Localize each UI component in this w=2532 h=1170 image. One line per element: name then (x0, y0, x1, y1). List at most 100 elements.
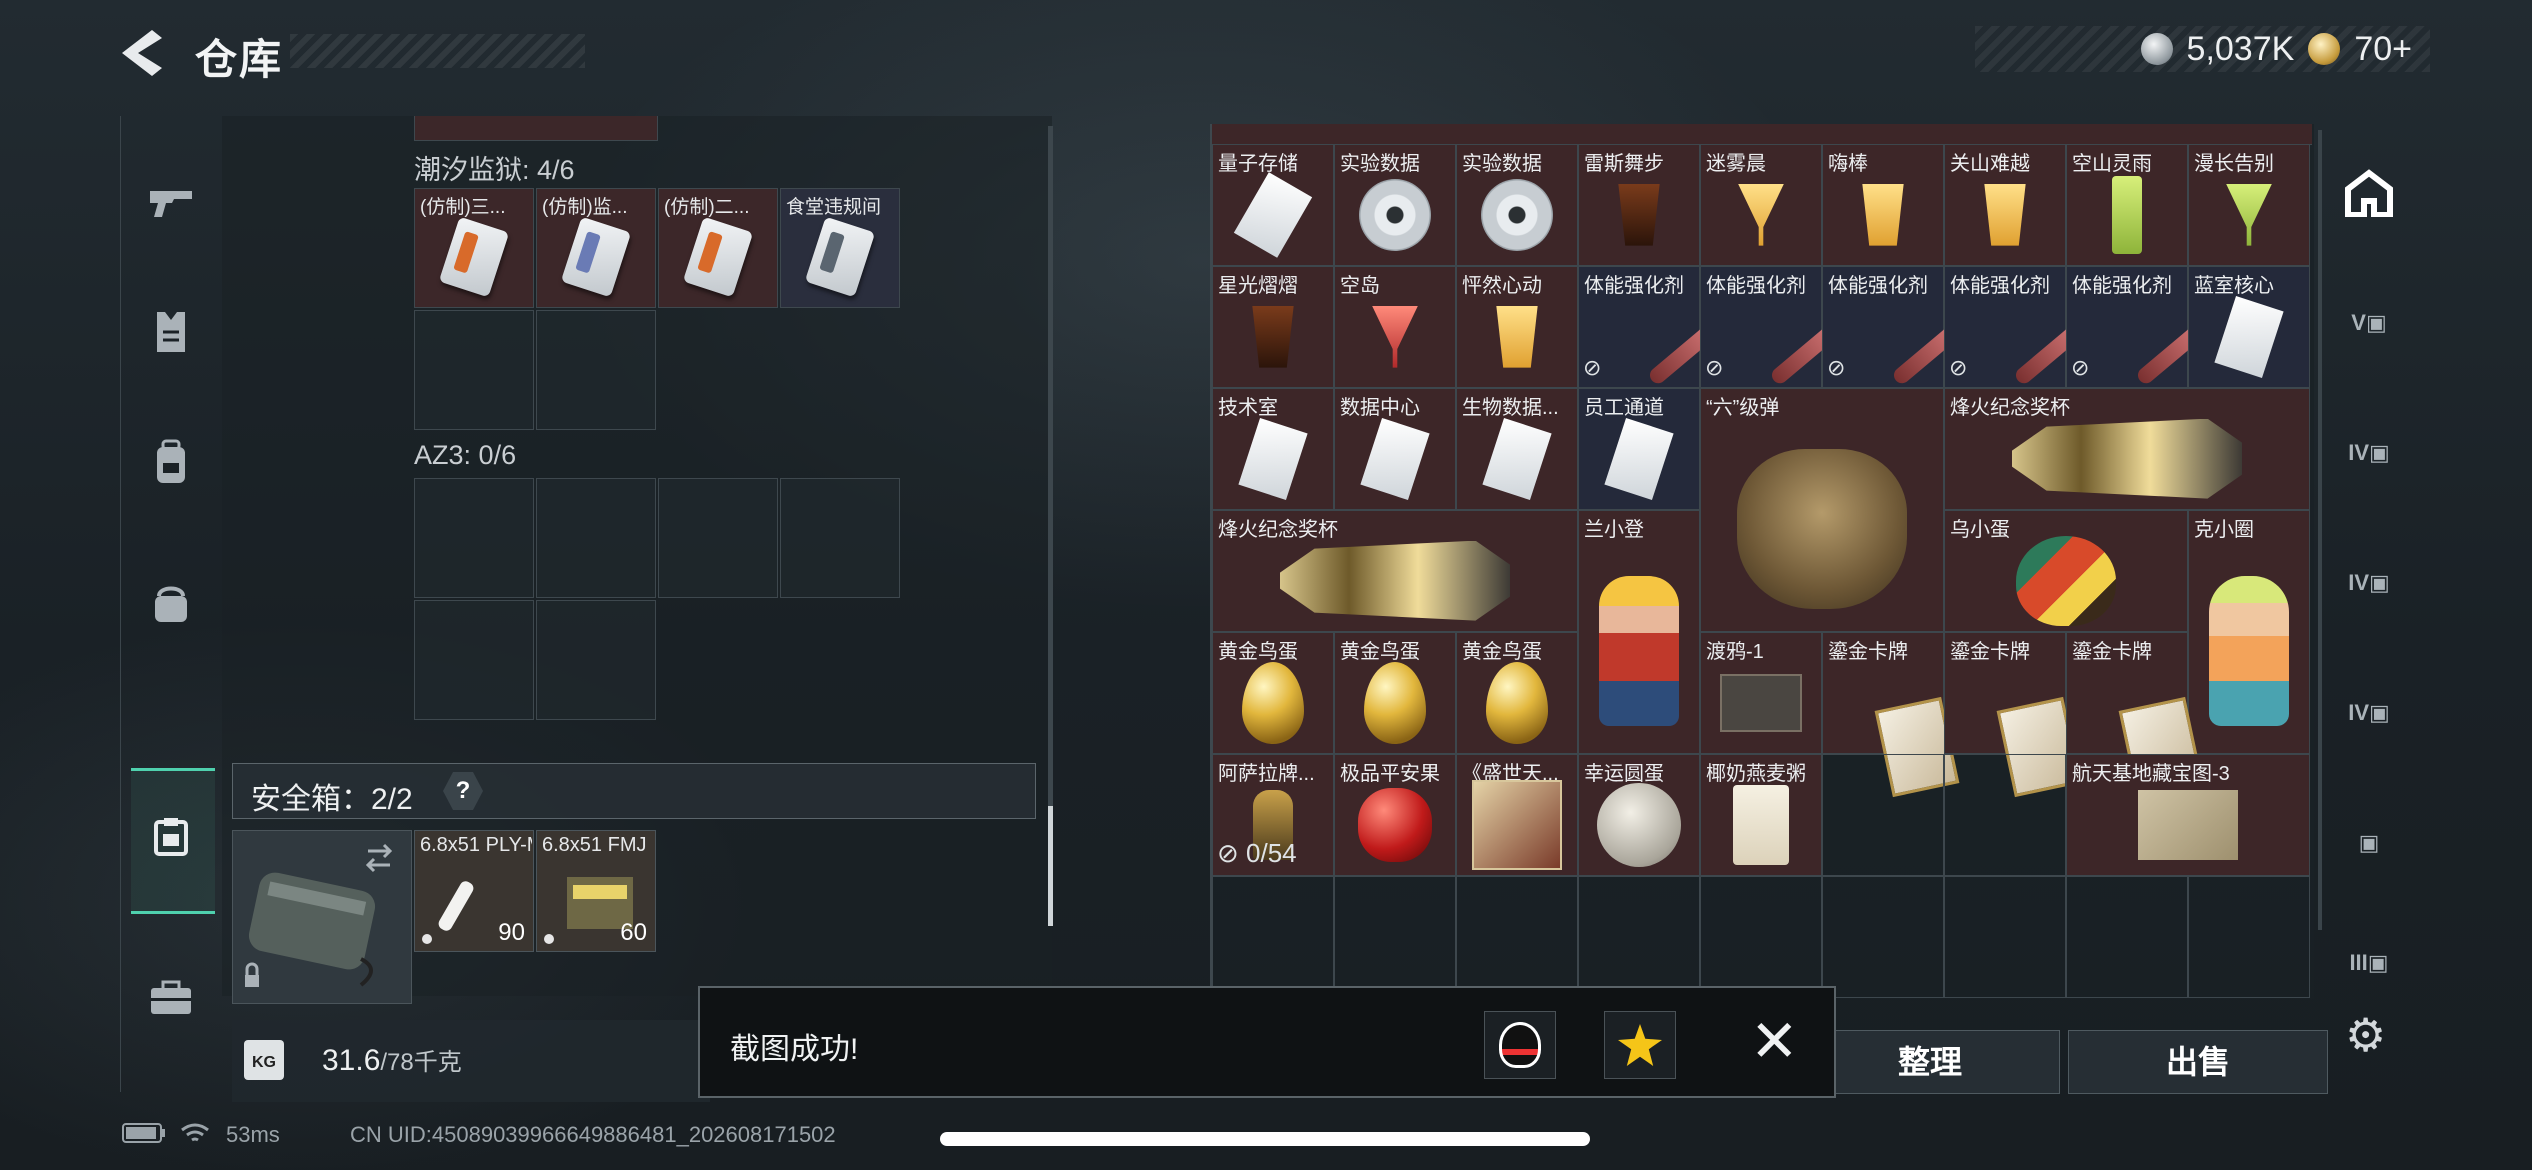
qq-share-button[interactable] (1484, 1011, 1556, 1079)
empty-slot[interactable] (1944, 754, 2066, 876)
grid-item[interactable]: 鎏金卡牌 (1822, 632, 1960, 797)
grid-item[interactable]: 黄金鸟蛋 (1212, 632, 1334, 754)
left-scrollbar[interactable] (1048, 126, 1053, 926)
empty-slot[interactable] (536, 478, 656, 598)
stash-tab-iii-icon[interactable]: III▣ (2340, 934, 2398, 992)
grid-item[interactable]: 量子存储 (1212, 144, 1334, 266)
sell-button[interactable]: 出售 (2068, 1030, 2328, 1094)
backpack-icon[interactable] (135, 426, 207, 498)
golden-egg-icon (1242, 661, 1304, 744)
item-grid: 量子存储 实验数据 实验数据 雷斯舞步 迷雾晨 嗨棒 关山难越 空山灵雨 漫长告… (1212, 144, 2312, 1004)
qzone-share-button[interactable] (1604, 1011, 1676, 1079)
empty-slot[interactable] (780, 478, 900, 598)
egg-figurine-icon (2016, 535, 2116, 626)
gun-icon[interactable] (135, 166, 207, 238)
empty-slot[interactable] (1212, 876, 1334, 998)
grid-item[interactable]: 鎏金卡牌 (1944, 632, 2082, 797)
grid-item[interactable]: 关山难越 (1944, 144, 2066, 266)
grid-item[interactable]: 实验数据 (1334, 144, 1456, 266)
safebox-case-icon (245, 843, 393, 987)
keycard-icon (2214, 295, 2284, 378)
stash-tab-iv-icon[interactable]: IV▣ (2340, 554, 2398, 612)
grid-item[interactable]: 雷斯舞步 (1578, 144, 1700, 266)
empty-slot[interactable] (536, 600, 656, 720)
grid-item[interactable]: 椰奶燕麦粥 (1700, 754, 1822, 876)
stash-tab-v-icon[interactable]: V▣ (2340, 294, 2398, 352)
empty-slot[interactable] (1944, 876, 2066, 998)
empty-slot[interactable] (658, 478, 778, 598)
stash-tab-iv-icon[interactable]: IV▣ (2340, 684, 2398, 742)
keycard-item[interactable]: (仿制)三... (414, 188, 534, 308)
grid-item[interactable]: 嗨棒 (1822, 144, 1944, 266)
grid-item[interactable]: 蓝室核心 (2188, 266, 2310, 388)
grid-item[interactable]: 员工通道 (1578, 388, 1700, 510)
home-indicator[interactable] (940, 1132, 1590, 1146)
grid-item[interactable]: 渡鸦-1 (1700, 632, 1822, 754)
grid-item[interactable]: 体能强化剂 ⊘ (1944, 266, 2108, 388)
stash-home-icon[interactable] (2340, 164, 2398, 222)
empty-slot[interactable] (536, 310, 656, 430)
empty-slot[interactable] (1822, 876, 1944, 998)
grid-item[interactable]: 体能强化剂 ⊘ (2066, 266, 2230, 388)
safebox-item[interactable] (232, 830, 412, 1004)
grid-item-large[interactable]: “六”级弹 (1700, 388, 1944, 632)
empty-slot[interactable] (2066, 876, 2188, 998)
grid-item[interactable]: 阿萨拉牌... ⊘ 0/54 (1212, 754, 1334, 876)
grid-item[interactable]: 漫长告别 (2188, 144, 2310, 266)
keycard-item[interactable]: (仿制)二... (658, 188, 778, 308)
grid-item[interactable]: 实验数据 (1456, 144, 1578, 266)
sort-button[interactable]: 整理 (1800, 1030, 2060, 1094)
grid-item[interactable]: 鎏金卡牌 (2066, 632, 2204, 797)
figurine-icon (1599, 576, 1679, 727)
left-sidebar (120, 116, 221, 1092)
grid-item-wide[interactable]: 烽火纪念奖杯 (1212, 510, 1578, 632)
grid-item[interactable]: 怦然心动 (1456, 266, 1578, 388)
grid-item-tall[interactable]: 兰小登 (1578, 510, 1700, 754)
safebox-tab-icon[interactable] (135, 800, 207, 872)
keycard-item[interactable]: (仿制)监... (536, 188, 656, 308)
stash-tab-icon[interactable]: ▣ (2340, 814, 2398, 872)
grid-item[interactable]: 体能强化剂 ⊘ (1700, 266, 1864, 388)
empty-slot[interactable] (1700, 876, 1822, 998)
empty-slot[interactable] (414, 600, 534, 720)
grid-item[interactable]: 幸运圆蛋 (1578, 754, 1700, 876)
grid-item[interactable]: 数据中心 (1334, 388, 1456, 510)
grid-item[interactable]: 黄金鸟蛋 (1456, 632, 1578, 754)
empty-slot[interactable] (2188, 876, 2310, 998)
bag-icon[interactable] (135, 566, 207, 638)
ammo-item[interactable]: 6.8x51 PLY-M 90 (414, 830, 534, 952)
empty-slot[interactable] (1578, 876, 1700, 998)
grid-item[interactable]: 空山灵雨 (2066, 144, 2188, 266)
grid-item[interactable]: 生物数据... (1456, 388, 1578, 510)
grid-item[interactable]: 《盛世天... (1456, 754, 1578, 876)
help-icon[interactable]: ? (443, 772, 483, 810)
grid-item-wide[interactable]: 烽火纪念奖杯 (1944, 388, 2310, 510)
stash-tab-iv-icon[interactable]: IV▣ (2340, 424, 2398, 482)
keycard-item[interactable]: 食堂违规间 (780, 188, 900, 308)
settings-gear-icon[interactable]: ⚙ (2345, 1008, 2386, 1062)
empty-slot[interactable] (414, 310, 534, 430)
grid-item-wide[interactable]: 乌小蛋 (1944, 510, 2188, 632)
empty-slot[interactable] (1456, 876, 1578, 998)
grid-item[interactable]: 迷雾晨 (1700, 144, 1822, 266)
grid-item[interactable]: 技术室 (1212, 388, 1334, 510)
grid-item-tall[interactable]: 克小圈 (2188, 510, 2310, 754)
grid-item[interactable]: 极品平安果 (1334, 754, 1456, 876)
empty-slot[interactable] (1334, 876, 1456, 998)
cocktail-icon (2226, 183, 2272, 246)
grid-item[interactable]: 黄金鸟蛋 (1334, 632, 1456, 754)
armor-vest-icon[interactable] (135, 296, 207, 368)
empty-slot[interactable] (414, 478, 534, 598)
back-arrow-icon[interactable] (118, 28, 164, 78)
toolbox-icon[interactable] (135, 962, 207, 1034)
empty-slot[interactable] (1822, 754, 1944, 876)
grid-item-wide[interactable]: 航天基地藏宝图-3 (2066, 754, 2310, 876)
grid-item[interactable]: 星光熠熠 (1212, 266, 1334, 388)
close-icon[interactable]: ✕ (1750, 1013, 1799, 1071)
ammo-item[interactable]: 6.8x51 FMJ 60 (536, 830, 656, 952)
scroll-thumb[interactable] (1048, 806, 1053, 926)
grid-item[interactable]: 体能强化剂 ⊘ (1578, 266, 1742, 388)
grid-item[interactable]: 体能强化剂 ⊘ (1822, 266, 1986, 388)
grid-item[interactable]: 空岛 (1334, 266, 1456, 388)
az3-grid (414, 478, 904, 724)
